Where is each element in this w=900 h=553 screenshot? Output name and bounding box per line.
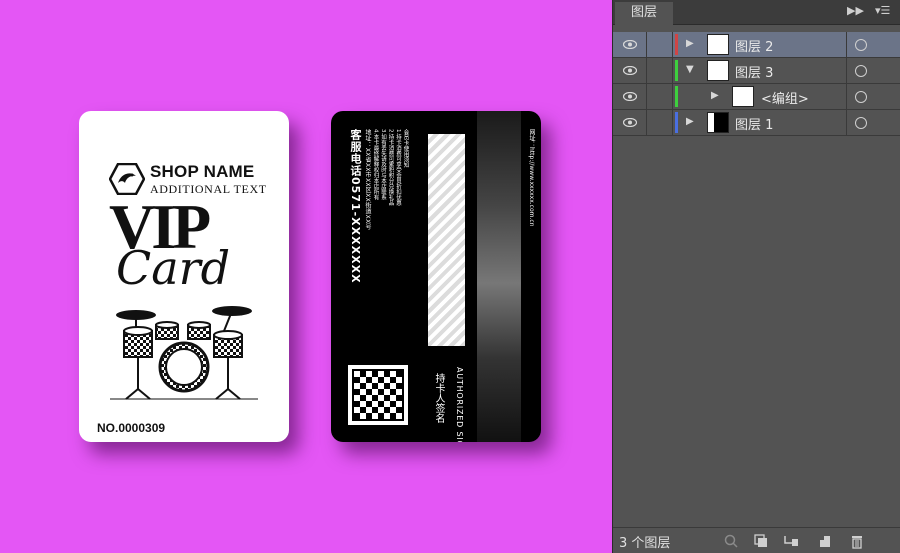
drum-kit-illustration [110, 306, 258, 400]
collapse-triangle-icon[interactable]: ▼ [686, 64, 694, 75]
layer-name[interactable]: <编组> [761, 88, 809, 107]
locate-object-icon[interactable] [723, 533, 739, 549]
visibility-toggle[interactable] [613, 58, 647, 83]
eye-icon [623, 118, 637, 127]
shop-name: SHOP NAME [150, 162, 255, 181]
double-chevron-right-icon[interactable]: ▶▶ [847, 4, 864, 17]
rule-line: 3.如有丢失请及时与本店联系 [380, 129, 386, 201]
tab-layers[interactable]: 图层 [615, 2, 673, 25]
eye-icon [623, 92, 637, 101]
panel-footer: 3 个图层 [613, 527, 900, 553]
signature-panel [428, 134, 465, 346]
layers-panel: 图层 ▶▶ ▾☰ ▶ 图层 2 ▼ 图层 3 ▶ <编组> ▶ 图层 1 3 个… [612, 0, 900, 553]
eye-icon [623, 66, 637, 75]
expand-triangle-icon[interactable]: ▶ [711, 90, 719, 101]
layer-row-layer-1[interactable]: ▶ 图层 1 [613, 110, 900, 136]
layer-thumbnail [707, 34, 729, 55]
expand-triangle-icon[interactable]: ▶ [686, 38, 694, 49]
target-icon[interactable] [855, 117, 867, 129]
vip-card-front[interactable]: SHOP NAME ADDITIONAL TEXT VIP Card NO.00… [79, 111, 289, 442]
panel-menu-icon[interactable]: ▾☰ [875, 4, 890, 17]
card-rules: 会员卡使用须知 1.持卡消费可享受会员折扣优惠 2.持卡消费可累积积分兑换礼品 … [371, 129, 409, 309]
card-number: NO.0000309 [97, 421, 166, 435]
layer-count: 3 个图层 [619, 536, 671, 551]
layer-name[interactable]: 图层 3 [735, 62, 773, 81]
layer-color-indicator [675, 60, 678, 81]
vip-card-back[interactable]: 客服电话0571-XXXXXXX 地址：XX省XX市XX区XX街道XX号 会员卡… [331, 111, 541, 442]
authorized-signature-label: AUTHORIZED SIGNATURE [455, 367, 464, 442]
magnetic-stripe [477, 111, 521, 442]
panel-header: 图层 ▶▶ ▾☰ [613, 0, 900, 25]
visibility-toggle[interactable] [613, 32, 647, 57]
layer-name[interactable]: 图层 2 [735, 36, 773, 55]
layer-color-indicator [675, 86, 678, 107]
target-icon[interactable] [855, 65, 867, 77]
layer-name[interactable]: 图层 1 [735, 114, 773, 133]
rule-line: 4.本卡最终解释权归本店所有 [372, 129, 379, 201]
layer-row-group[interactable]: ▶ <编组> [613, 84, 900, 110]
layer-color-indicator [675, 112, 678, 133]
service-hotline: 客服电话0571-XXXXXXX [349, 129, 362, 284]
layer-thumbnail [732, 86, 754, 107]
card-script-title: Card [116, 241, 231, 295]
layer-row-layer-2[interactable]: ▶ 图层 2 [613, 32, 900, 58]
target-icon[interactable] [855, 91, 867, 103]
rule-line: 1.持卡消费可享受会员折扣优惠 [395, 129, 401, 206]
layer-color-indicator [675, 34, 678, 55]
visibility-toggle[interactable] [613, 84, 647, 109]
artboard-canvas[interactable]: SHOP NAME ADDITIONAL TEXT VIP Card NO.00… [0, 0, 612, 553]
create-sublayer-icon[interactable] [783, 533, 799, 549]
expand-triangle-icon[interactable]: ▶ [686, 116, 694, 127]
layer-thumbnail [707, 60, 729, 81]
rule-line: 会员卡使用须知 [402, 129, 409, 168]
create-new-layer-icon[interactable] [817, 533, 833, 549]
lock-toggle[interactable] [647, 32, 673, 57]
qr-code [348, 365, 408, 425]
layer-row-layer-3[interactable]: ▼ 图层 3 [613, 58, 900, 84]
rule-line: 2.持卡消费可累积积分兑换礼品 [387, 129, 394, 206]
eye-icon [623, 40, 637, 49]
layer-thumbnail [707, 112, 729, 133]
website-url: 网址：http://www.xxxxxx.com.cn [528, 129, 535, 227]
cardholder-signature-label: 持卡人签名 [433, 373, 444, 423]
lock-toggle[interactable] [647, 58, 673, 83]
delete-icon[interactable] [849, 533, 865, 549]
visibility-toggle[interactable] [613, 110, 647, 135]
lock-toggle[interactable] [647, 84, 673, 109]
target-icon[interactable] [855, 39, 867, 51]
lock-toggle[interactable] [647, 110, 673, 135]
make-clipping-mask-icon[interactable] [753, 533, 769, 549]
